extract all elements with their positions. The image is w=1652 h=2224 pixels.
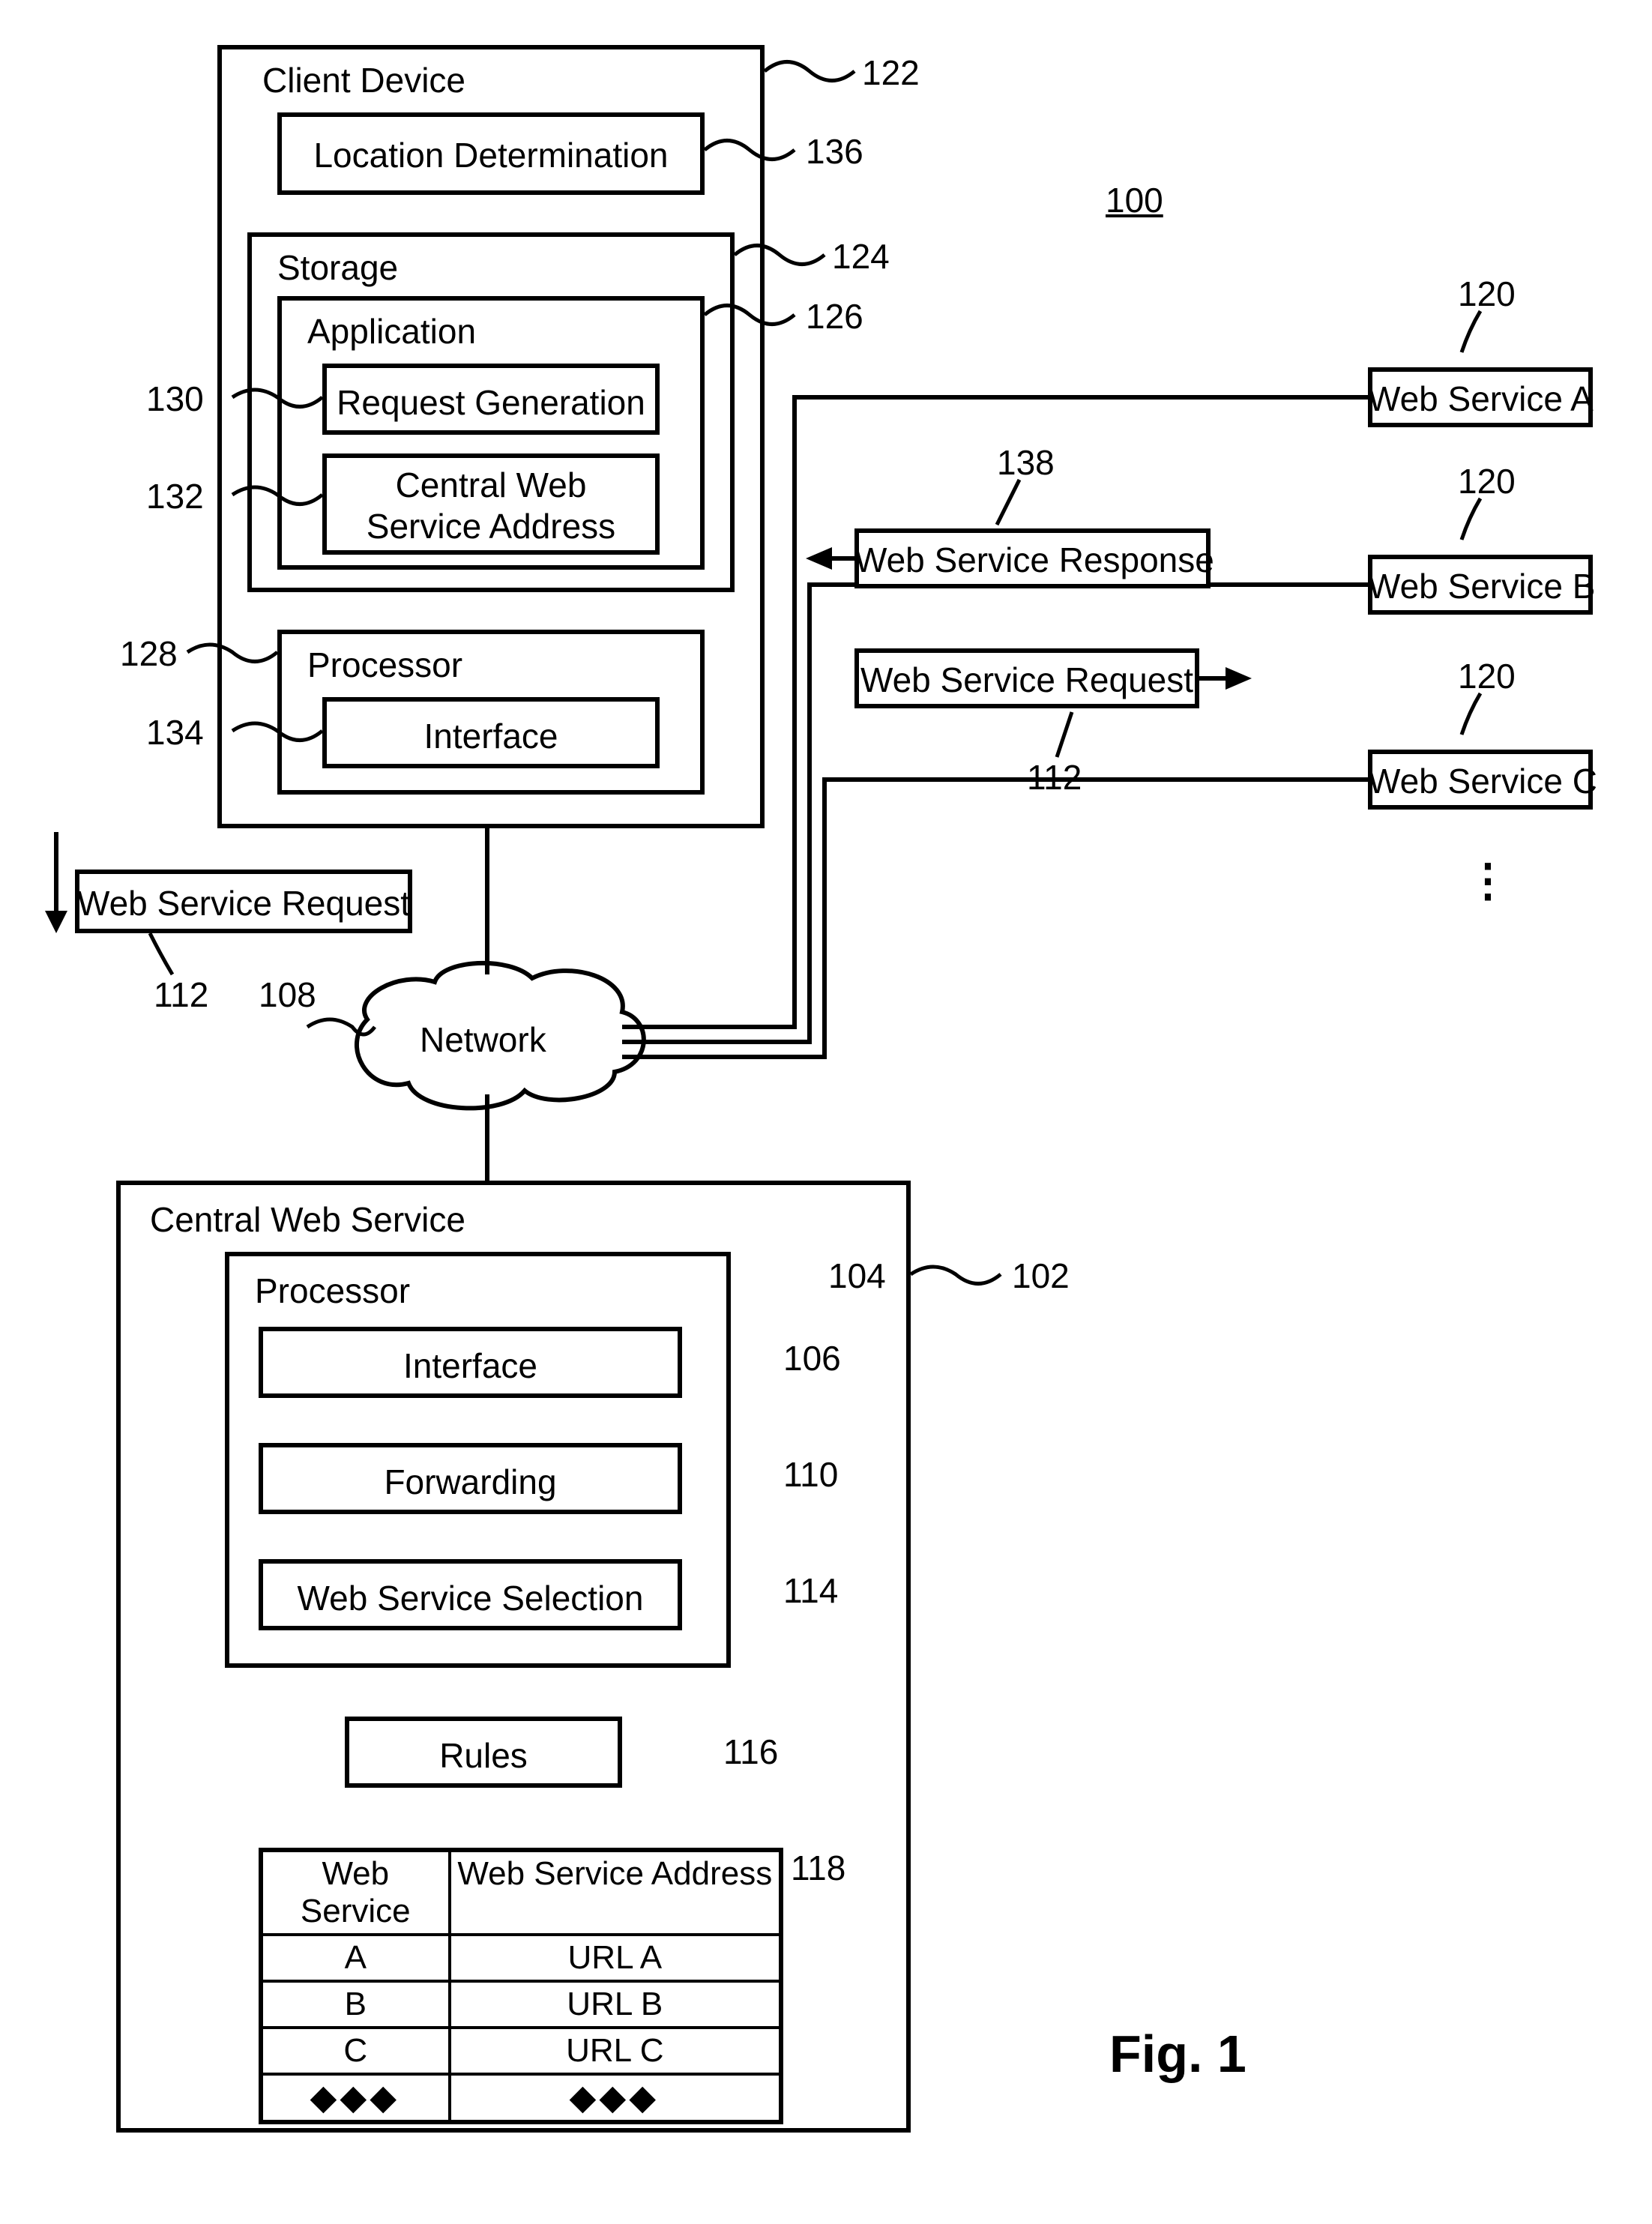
figure-ref-100: 100	[1106, 180, 1163, 220]
central-processor-title: Processor	[255, 1271, 410, 1311]
client-interface-label: Interface	[322, 716, 660, 756]
ref-120-c: 120	[1458, 656, 1516, 696]
ref-130: 130	[146, 379, 204, 419]
client-processor-title: Processor	[307, 645, 462, 685]
table-row: B URL B	[263, 1980, 779, 2026]
ref-106: 106	[783, 1338, 841, 1378]
table-header-row: Web Service Web Service Address	[263, 1852, 779, 1933]
table-row: A URL A	[263, 1933, 779, 1980]
ref-132: 132	[146, 476, 204, 516]
ref-118: 118	[791, 1848, 845, 1888]
ref-110: 110	[783, 1454, 838, 1495]
ref-112-req: 112	[1027, 757, 1082, 798]
table-cell: URL A	[451, 1936, 779, 1980]
central-interface-label: Interface	[259, 1345, 682, 1386]
ref-120-a: 120	[1458, 274, 1516, 314]
web-service-table: Web Service Web Service Address A URL A …	[259, 1848, 783, 2124]
web-service-a-label: Web Service A	[1368, 379, 1593, 419]
ellipsis-vertical-icon: ⋮	[1465, 855, 1510, 907]
table-cell: ◆◆◆	[263, 2076, 451, 2120]
table-header-addr: Web Service Address	[451, 1852, 779, 1933]
rules-label: Rules	[345, 1735, 622, 1776]
ref-128: 128	[120, 633, 178, 674]
ref-120-b: 120	[1458, 461, 1516, 501]
web-service-c-label: Web Service C	[1368, 761, 1593, 801]
ref-134: 134	[146, 712, 204, 753]
ref-108: 108	[259, 974, 316, 1015]
ref-138: 138	[997, 442, 1055, 483]
ref-136: 136	[806, 131, 863, 172]
ref-124: 124	[832, 236, 890, 277]
ref-116: 116	[723, 1732, 778, 1772]
ref-104: 104	[828, 1256, 886, 1296]
central-web-service-title: Central Web Service	[150, 1199, 465, 1240]
web-service-request-to-label: Web Service Request	[854, 660, 1199, 700]
table-header-ws: Web Service	[263, 1852, 451, 1933]
table-cell: URL C	[451, 2029, 779, 2073]
location-determination-label: Location Determination	[277, 135, 705, 175]
cws-address-line2: Service Address	[322, 506, 660, 546]
outgoing-request-label: Web Service Request	[75, 883, 412, 923]
forwarding-label: Forwarding	[259, 1462, 682, 1502]
web-service-b-label: Web Service B	[1368, 566, 1593, 606]
application-title: Application	[307, 311, 476, 352]
table-cell: URL B	[451, 1983, 779, 2026]
figure-caption: Fig. 1	[1109, 2024, 1246, 2084]
table-cell: C	[263, 2029, 451, 2073]
client-device-title: Client Device	[262, 60, 465, 100]
diagram-canvas: 100 Client Device Location Determination…	[0, 0, 1652, 2224]
ref-102: 102	[1012, 1256, 1070, 1296]
ref-122: 122	[862, 52, 920, 93]
request-generation-label: Request Generation	[322, 382, 660, 423]
cws-address-line1: Central Web	[322, 465, 660, 505]
web-service-response-label: Web Service Response	[854, 540, 1211, 580]
storage-title: Storage	[277, 247, 398, 288]
ref-114: 114	[783, 1570, 838, 1611]
selection-label: Web Service Selection	[259, 1578, 682, 1618]
ref-126: 126	[806, 296, 863, 337]
table-cell: A	[263, 1936, 451, 1980]
table-row: C URL C	[263, 2026, 779, 2073]
table-cell: B	[263, 1983, 451, 2026]
table-cell: ◆◆◆	[451, 2076, 779, 2120]
network-label: Network	[420, 1019, 546, 1060]
table-row: ◆◆◆ ◆◆◆	[263, 2073, 779, 2120]
ref-112-out: 112	[154, 974, 208, 1015]
